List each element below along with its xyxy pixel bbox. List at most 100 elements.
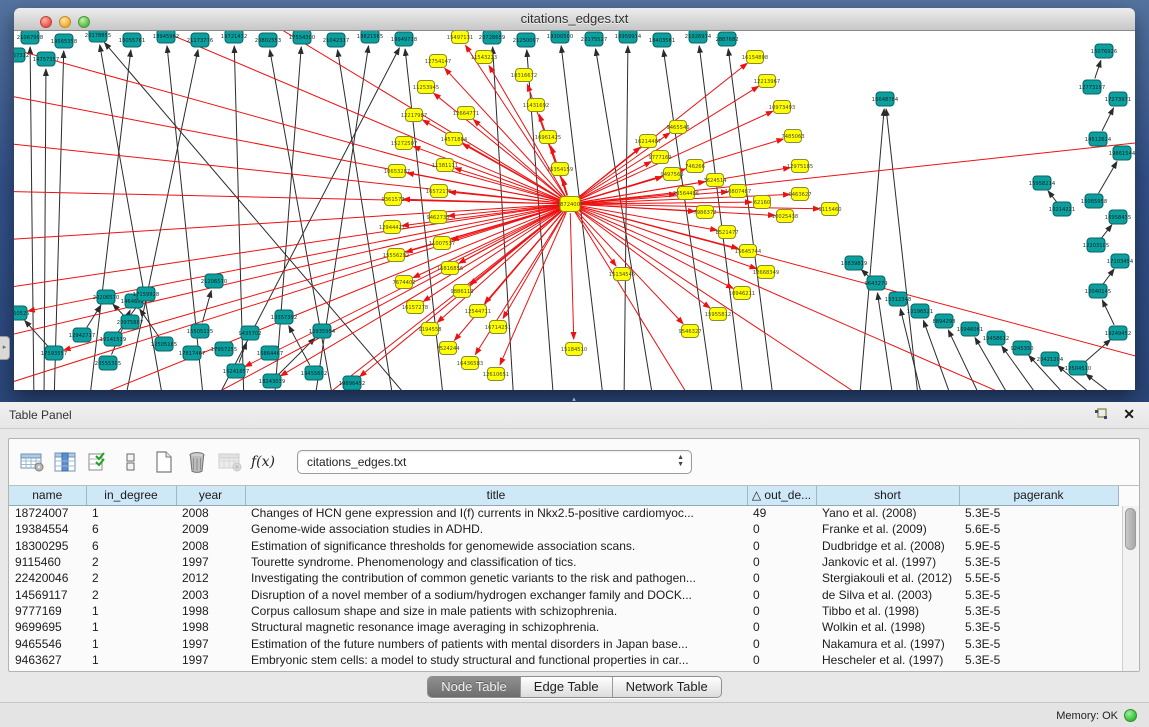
graph-edge[interactable] [579, 206, 1135, 360]
table-cell[interactable]: 1 [86, 652, 176, 668]
collapsed-panel-handle[interactable]: ▸ [0, 336, 10, 360]
stacked-rows-icon[interactable] [118, 449, 144, 475]
table-cell[interactable]: 5.5E-5 [959, 570, 1118, 586]
graph-edge[interactable] [1102, 225, 1112, 238]
graph-edge[interactable] [1095, 60, 1101, 78]
table-cell[interactable]: 0 [747, 619, 816, 635]
table-cell[interactable]: 0 [747, 570, 816, 586]
table-cell[interactable]: 18300295 [9, 538, 86, 554]
graph-edge[interactable] [500, 212, 566, 365]
graph-edge[interactable] [578, 208, 733, 288]
table-cell[interactable]: Franke et al. (2009) [816, 521, 959, 537]
table-row[interactable]: 911546021997Tourette syndrome. Phenomeno… [9, 554, 1118, 570]
table-cell[interactable]: 9463627 [9, 652, 86, 668]
table-cell[interactable]: 18724007 [9, 505, 86, 521]
table-cell[interactable]: 5.9E-5 [959, 538, 1118, 554]
table-row[interactable]: 1830029562008Estimation of significance … [9, 538, 1118, 554]
graph-edge[interactable] [30, 47, 34, 390]
tab-node-table[interactable]: Node Table [428, 677, 521, 697]
delete-table-disabled-icon[interactable] [217, 449, 243, 475]
table-cell[interactable]: 2012 [176, 570, 245, 586]
table-cell[interactable]: Stergiakouli et al. (2012) [816, 570, 959, 586]
network-canvas[interactable]: 1055731221067998195653582017885516055761… [14, 31, 1135, 390]
table-row[interactable]: 2242004622012Investigating the contribut… [9, 570, 1118, 586]
graph-edge[interactable] [886, 109, 919, 390]
table-cell[interactable]: 5.3E-5 [959, 619, 1118, 635]
graph-edge[interactable] [575, 211, 616, 266]
tab-network-table[interactable]: Network Table [613, 677, 721, 697]
table-row[interactable]: 1456911722003Disruption of a novel membe… [9, 586, 1118, 602]
table-cell[interactable]: 9115460 [9, 554, 86, 570]
table-cell[interactable]: Tibbo et al. (1998) [816, 603, 959, 619]
graph-edge[interactable] [579, 192, 728, 204]
table-cell[interactable]: 1 [86, 603, 176, 619]
table-selector-dropdown[interactable]: citations_edges.txt ▲▼ [297, 450, 692, 474]
table-cell[interactable]: Corpus callosum shape and size in male p… [245, 603, 747, 619]
table-cell[interactable]: 0 [747, 538, 816, 554]
citation-network-graph[interactable]: 1055731221067998195653582017885516055761… [14, 31, 1135, 390]
table-cell[interactable]: 2009 [176, 521, 245, 537]
graph-edge[interactable] [1102, 108, 1114, 131]
column-header-short[interactable]: short [816, 486, 959, 505]
table-cell[interactable]: Jankovic et al. (1997) [816, 554, 959, 570]
table-row[interactable]: 969969511998Structural magnetic resonanc… [9, 619, 1118, 635]
graph-edge[interactable] [575, 212, 694, 390]
table-vertical-scrollbar[interactable] [1122, 506, 1139, 671]
graph-edge[interactable] [975, 338, 1014, 390]
scrollbar-thumb[interactable] [1125, 508, 1136, 550]
table-cell[interactable]: 0 [747, 635, 816, 651]
table-cell[interactable]: 5.3E-5 [959, 635, 1118, 651]
table-cell[interactable]: 9777169 [9, 603, 86, 619]
graph-edge[interactable] [485, 211, 565, 304]
table-cell[interactable]: Changes of HCN gene expression and I(f) … [245, 505, 747, 521]
table-cell[interactable]: 1997 [176, 554, 245, 570]
column-header-pagerank[interactable]: pagerank [959, 486, 1118, 505]
graph-edge[interactable] [861, 270, 869, 277]
table-cell[interactable]: 5.3E-5 [959, 554, 1118, 570]
tab-edge-table[interactable]: Edge Table [521, 677, 613, 697]
graph-edge[interactable] [338, 50, 394, 390]
table-cell[interactable]: 1997 [176, 635, 245, 651]
close-panel-icon[interactable]: ✕ [1123, 406, 1135, 423]
table-cell[interactable]: de Silva et al. (2003) [816, 586, 959, 602]
graph-edge[interactable] [570, 213, 573, 339]
table-cell[interactable]: 5.6E-5 [959, 521, 1118, 537]
network-window-titlebar[interactable]: citations_edges.txt [14, 8, 1135, 31]
table-cell[interactable]: Genome-wide association studies in ADHD. [245, 521, 747, 537]
graph-edge[interactable] [948, 330, 984, 390]
table-cell[interactable]: 0 [747, 603, 816, 619]
column-header-in-degree[interactable]: in_degree [86, 486, 176, 505]
table-cell[interactable]: Dudbridge et al. (2008) [816, 538, 959, 554]
table-cell[interactable]: 1998 [176, 619, 245, 635]
table-cell[interactable]: Nakamura et al. (1997) [816, 635, 959, 651]
graph-edge[interactable] [900, 309, 924, 390]
graph-edge[interactable] [1103, 269, 1114, 284]
table-cell[interactable]: Estimation of significance thresholds fo… [245, 538, 747, 554]
table-cell[interactable]: 49 [747, 505, 816, 521]
column-visibility-icon[interactable] [52, 449, 78, 475]
function-builder-icon[interactable]: f(x) [250, 449, 276, 475]
delete-trash-icon[interactable] [184, 449, 210, 475]
table-cell[interactable]: 5.3E-5 [959, 505, 1118, 521]
table-cell[interactable]: 2003 [176, 586, 245, 602]
graph-edge[interactable] [289, 326, 310, 365]
graph-edge[interactable] [1102, 300, 1114, 325]
table-cell[interactable]: 9699695 [9, 619, 86, 635]
graph-edge[interactable] [54, 51, 64, 390]
table-cell[interactable]: Structural magnetic resonance image aver… [245, 619, 747, 635]
row-selection-icon[interactable] [85, 449, 111, 475]
table-cell[interactable]: Embryonic stem cells: a model to study s… [245, 652, 747, 668]
column-header-name[interactable]: name [9, 486, 86, 505]
table-cell[interactable]: 2008 [176, 538, 245, 554]
table-cell[interactable]: 2 [86, 554, 176, 570]
graph-edge[interactable] [1086, 374, 1126, 390]
table-row[interactable]: 977716911998Corpus callosum shape and si… [9, 603, 1118, 619]
graph-edge[interactable] [14, 205, 561, 291]
table-cell[interactable]: Wolkin et al. (1998) [816, 619, 959, 635]
table-cell[interactable]: 0 [747, 521, 816, 537]
column-header-out-de-[interactable]: △ out_de... [747, 486, 816, 505]
table-cell[interactable]: 9465546 [9, 635, 86, 651]
table-row[interactable]: 1938455462009Genome-wide association stu… [9, 521, 1118, 537]
table-cell[interactable]: 19384554 [9, 521, 86, 537]
table-cell[interactable]: 1 [86, 619, 176, 635]
